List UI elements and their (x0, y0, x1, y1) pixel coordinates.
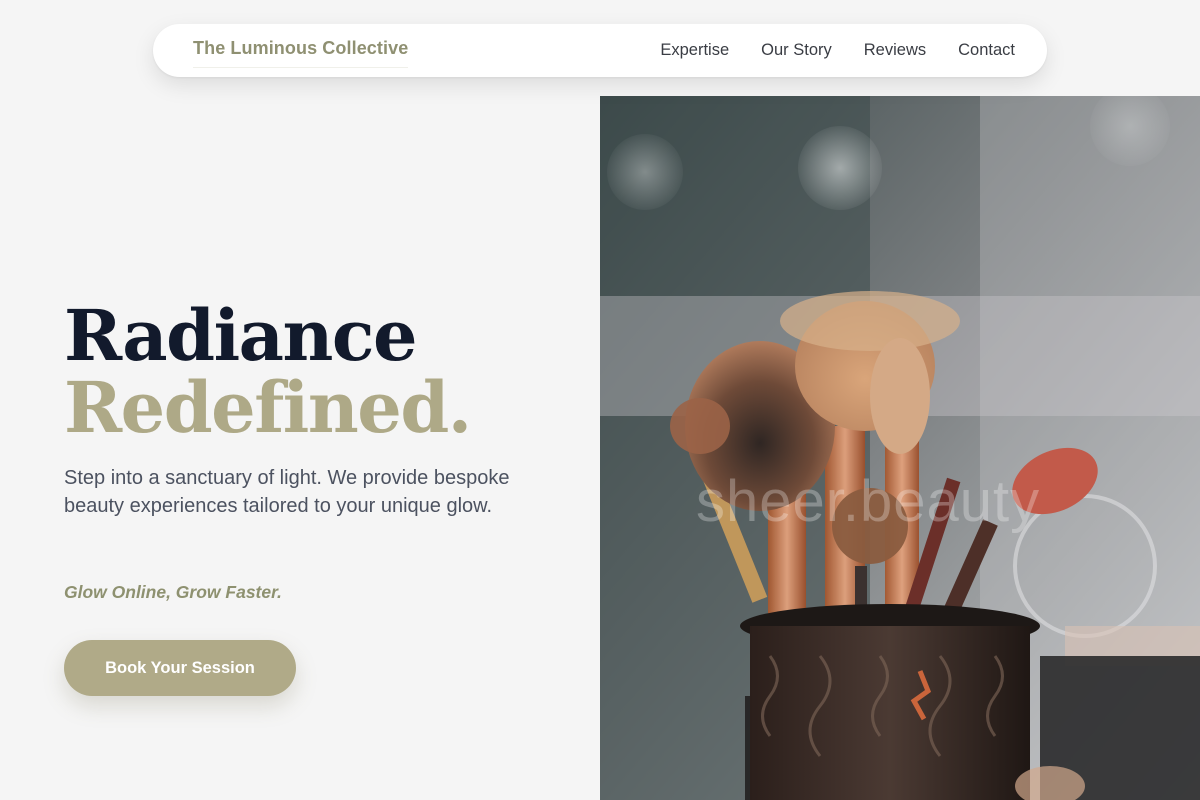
brand-logo-text[interactable]: The Luminous Collective (193, 34, 409, 68)
hero-title-line1: Radiance (64, 294, 418, 377)
nav-link-contact[interactable]: Contact (958, 41, 1015, 60)
book-session-button[interactable]: Book Your Session (64, 640, 296, 696)
hero-title-line2: Redefined. (64, 366, 472, 449)
image-watermark: sheer.beauty (696, 469, 1041, 534)
nav-link-reviews[interactable]: Reviews (864, 41, 926, 60)
hero-image-makeup-brushes: sheer.beauty (600, 96, 1200, 800)
hero-description: Step into a sanctuary of light. We provi… (64, 467, 510, 517)
nav-link-expertise[interactable]: Expertise (660, 41, 729, 60)
nav-link-our-story[interactable]: Our Story (761, 41, 832, 60)
hero-tagline: Glow Online, Grow Faster. (64, 582, 282, 602)
top-navbar: The Luminous Collective Expertise Our St… (153, 24, 1047, 77)
makeup-brushes-illustration (600, 96, 1200, 800)
nav-links: Expertise Our Story Reviews Contact (660, 41, 1015, 60)
hero-title: Radiance Redefined. (64, 294, 472, 449)
